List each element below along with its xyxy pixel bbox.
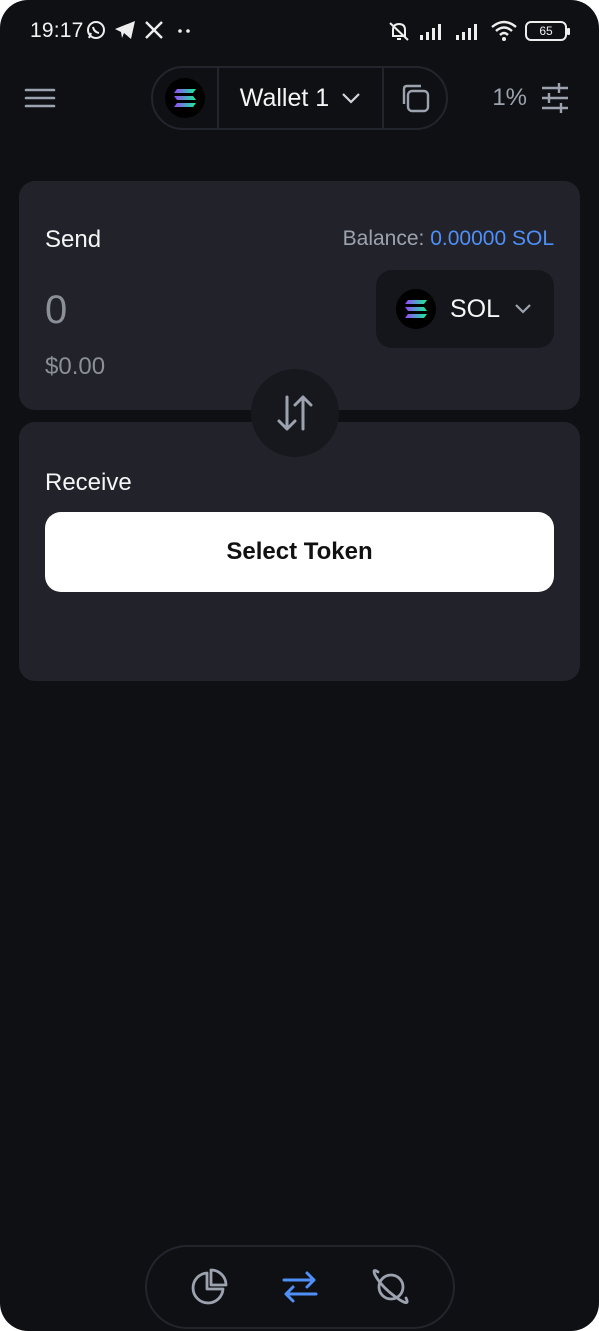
notification-icons: [86, 20, 196, 40]
signal-icon-2: [456, 24, 477, 40]
send-token-symbol: SOL: [450, 294, 501, 323]
status-bar: 19:17 65: [0, 0, 599, 62]
signal-icon: [420, 24, 441, 40]
x-icon: [145, 21, 163, 39]
more-notifications-icon: [178, 29, 190, 33]
slippage-settings-button[interactable]: 1%: [492, 82, 571, 114]
solana-logo-icon: [396, 289, 436, 329]
wifi-icon: [491, 20, 517, 41]
send-usd-value: $0.00: [45, 353, 106, 380]
balance-label: Balance:: [342, 227, 425, 250]
planet-icon: [372, 1269, 409, 1304]
copy-icon: [402, 84, 430, 113]
send-title: Send: [45, 226, 102, 253]
bottom-nav: [145, 1245, 455, 1329]
receive-card: Receive Select Token: [19, 422, 580, 681]
receive-title: Receive: [45, 469, 132, 496]
menu-button[interactable]: [24, 82, 56, 114]
top-bar: Wallet 1 1%: [0, 66, 599, 130]
sliders-icon: [542, 83, 568, 113]
nav-explore[interactable]: [365, 1261, 417, 1313]
hamburger-icon: [24, 88, 56, 108]
app-screen: 19:17 65 Wallet 1 1% Send Balance: 0.000…: [0, 0, 599, 1331]
pie-chart-icon: [191, 1268, 228, 1305]
nav-portfolio[interactable]: [183, 1261, 235, 1313]
swap-horizontal-icon: [282, 1271, 318, 1303]
balance-value: 0.00000 SOL: [430, 227, 554, 250]
select-token-button[interactable]: Select Token: [45, 512, 554, 592]
status-time: 19:17: [30, 19, 84, 42]
chevron-down-icon: [342, 93, 360, 104]
swap-vertical-icon: [277, 395, 313, 431]
send-token-selector[interactable]: SOL: [376, 270, 554, 348]
balance-display[interactable]: Balance: 0.00000 SOL: [343, 227, 554, 251]
system-icons: 65: [387, 19, 570, 43]
send-amount-input[interactable]: 0: [45, 288, 67, 333]
swap-direction-button[interactable]: [251, 369, 339, 457]
chevron-down-icon: [515, 304, 531, 314]
bell-muted-icon: [389, 22, 409, 41]
solana-logo-icon: [165, 78, 205, 118]
wallet-name: Wallet 1: [239, 83, 330, 112]
nav-swap[interactable]: [274, 1261, 326, 1313]
wallet-avatar[interactable]: [153, 68, 219, 128]
wallet-name-button[interactable]: Wallet 1: [219, 68, 384, 128]
battery-icon: 65: [525, 21, 570, 41]
whatsapp-icon: [87, 21, 105, 39]
copy-address-button[interactable]: [384, 68, 446, 128]
wallet-selector: Wallet 1: [151, 66, 448, 130]
telegram-icon: [115, 21, 135, 39]
slippage-value: 1%: [492, 84, 527, 111]
